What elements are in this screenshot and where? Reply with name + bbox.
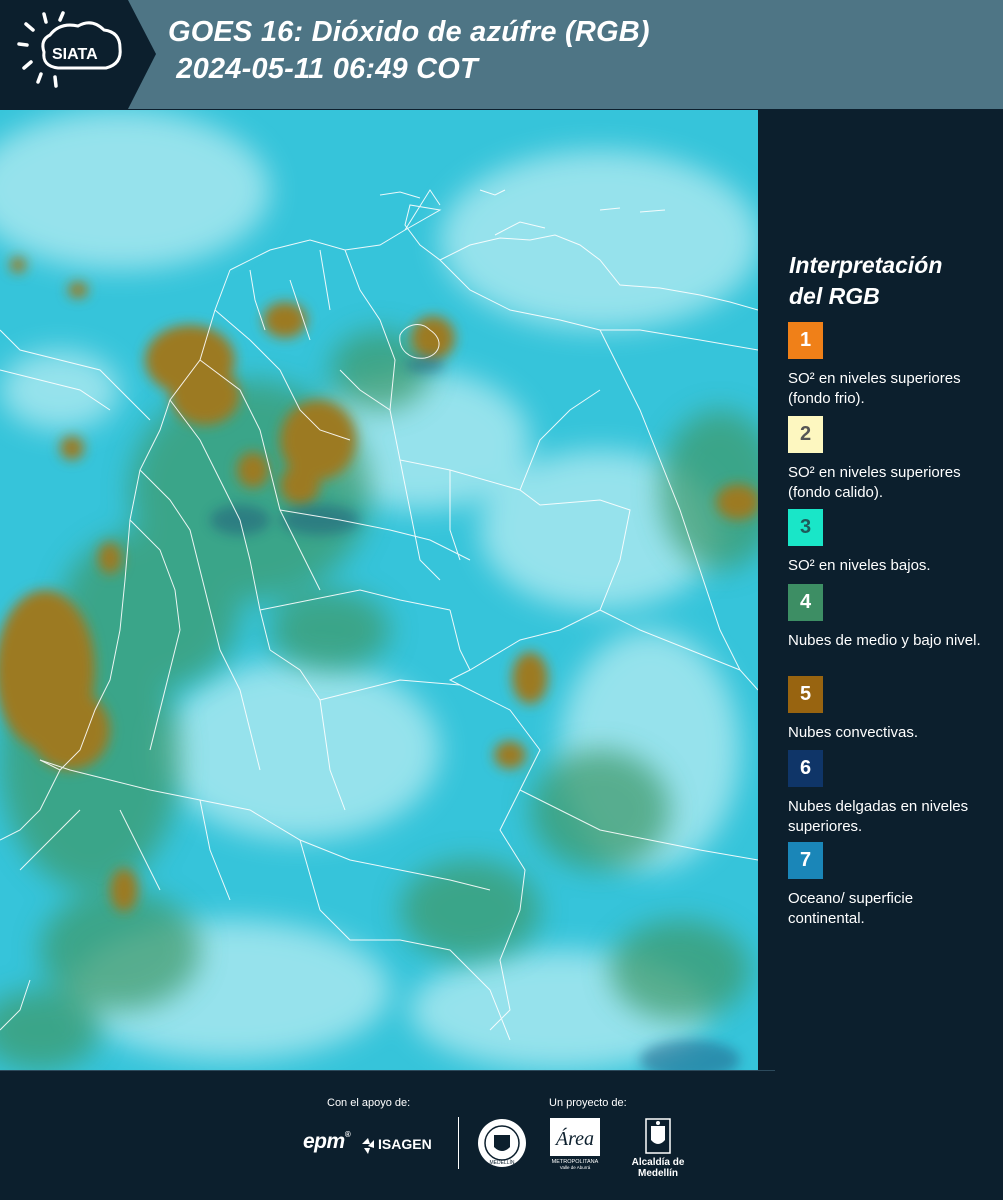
- legend-item-2: 2 SO² en niveles superiores (fondo calid…: [788, 416, 988, 503]
- legend-item-1: 1 SO² en niveles superiores (fondo frio)…: [788, 322, 988, 409]
- legend-item-3: 3 SO² en niveles bajos.: [788, 509, 988, 576]
- epm-logo-text: epm: [303, 1130, 345, 1153]
- isagen-logo: ISAGEN: [360, 1132, 440, 1156]
- medellin-seal-text: MEDELLÍN: [489, 1159, 514, 1166]
- legend-item-7: 7 Oceano/ superficie continental.: [788, 842, 988, 929]
- legend-title-line-1: Interpretación: [789, 252, 943, 278]
- legend-text-4: Nubes de medio y bajo nivel.: [788, 632, 981, 649]
- area-line-2: Valle de Aburrá: [560, 1165, 591, 1170]
- area-metropolitana-logo: Área METROPOLITANA Valle de Aburrá: [550, 1118, 600, 1175]
- isagen-logo-text: ISAGEN: [378, 1136, 432, 1152]
- legend-panel: Interpretación del RGB 1 SO² en niveles …: [760, 110, 1003, 1070]
- legend-swatch-1: 1: [788, 322, 823, 359]
- footer-vertical-divider: [458, 1117, 459, 1169]
- footer-divider-line: [0, 1070, 775, 1071]
- support-label: Con el apoyo de:: [327, 1097, 411, 1109]
- legend-swatch-2: 2: [788, 416, 823, 453]
- legend-text-6: Nubes delgadas en niveles superiores.: [788, 798, 969, 835]
- title-line-1: GOES 16: Dióxido de azúfre (RGB): [168, 16, 650, 48]
- project-label: Un proyecto de:: [549, 1097, 627, 1109]
- alcaldia-text: Alcaldía de Medellín: [631, 1157, 685, 1179]
- page-title: GOES 16: Dióxido de azúfre (RGB) 2024-05…: [168, 14, 650, 88]
- legend-item-6: 6 Nubes delgadas en niveles superiores.: [788, 750, 988, 837]
- siata-logo: SIATA: [0, 0, 156, 109]
- medellin-seal-logo: MEDELLÍN: [476, 1117, 528, 1174]
- legend-text-5: Nubes convectivas.: [788, 724, 919, 741]
- legend-swatch-5: 5: [788, 676, 823, 713]
- legend-title: Interpretación del RGB: [789, 250, 942, 312]
- area-script-text: Área: [554, 1127, 594, 1150]
- legend-swatch-7: 7: [788, 842, 823, 879]
- title-line-2: 2024-05-11 06:49 COT: [168, 53, 478, 85]
- legend-item-4: 4 Nubes de medio y bajo nivel.: [788, 584, 988, 651]
- legend-swatch-6: 6: [788, 750, 823, 787]
- alcaldia-medellin-logo: Alcaldía de Medellín: [612, 1118, 704, 1179]
- legend-text-3: SO² en niveles bajos.: [788, 557, 931, 574]
- logo-text: SIATA: [52, 46, 98, 63]
- legend-text-7: Oceano/ superficie continental.: [788, 890, 914, 927]
- legend-text-1: SO² en niveles superiores (fondo frio).: [788, 370, 961, 407]
- legend-swatch-3: 3: [788, 509, 823, 546]
- header-bar: SIATA GOES 16: Dióxido de azúfre (RGB) 2…: [0, 0, 1003, 109]
- legend-title-line-2: del RGB: [789, 283, 880, 309]
- footer: Con el apoyo de: Un proyecto de: epm® IS…: [0, 1070, 1003, 1200]
- epm-logo: epm®: [303, 1130, 351, 1153]
- legend-swatch-4: 4: [788, 584, 823, 621]
- legend-item-5: 5 Nubes convectivas.: [788, 676, 988, 743]
- legend-text-2: SO² en niveles superiores (fondo calido)…: [788, 464, 961, 501]
- satellite-map: [0, 110, 758, 1070]
